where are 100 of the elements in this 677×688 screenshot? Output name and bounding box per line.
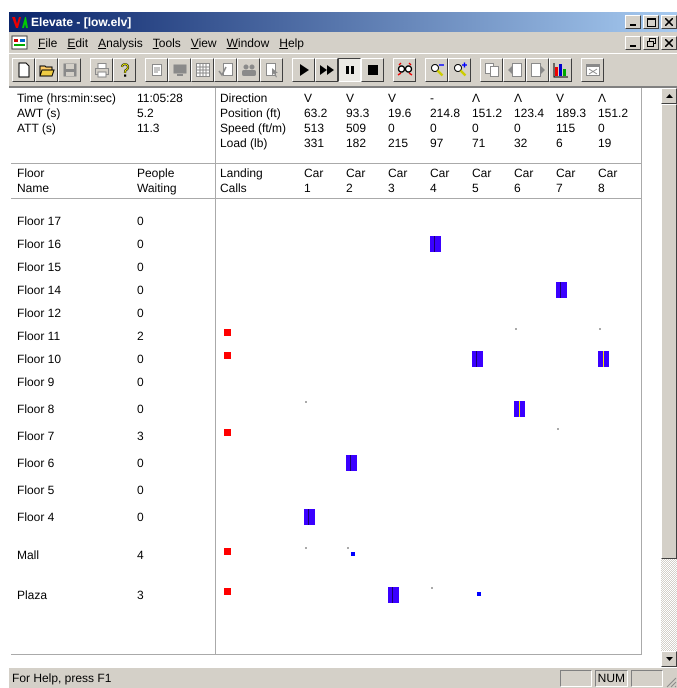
status-pane (560, 670, 592, 686)
window-icon (584, 62, 600, 78)
document-icon (11, 34, 29, 50)
monitor-icon (172, 62, 188, 78)
car-stat-value: Λ (598, 91, 608, 106)
floor-name: Floor 12 (17, 305, 62, 321)
car-stat-value: 331 (304, 136, 326, 151)
car-stat-value: V (556, 91, 566, 106)
column-header: Landing Calls (220, 166, 264, 197)
elevator-car (304, 509, 315, 525)
car-stat-value: V (388, 91, 398, 106)
forward-icon (530, 62, 546, 78)
up-arrow-icon (666, 94, 672, 98)
people-waiting: 0 (137, 482, 145, 498)
car-stat-value: 513 (304, 121, 326, 136)
glasses-icon (396, 62, 412, 78)
elevator-car (514, 401, 525, 417)
column-header: Car 8 (598, 166, 618, 197)
people-waiting: 0 (137, 259, 145, 275)
car-stat-value: 93.3 (346, 106, 370, 121)
window-title: Elevate - [low.elv] (31, 15, 132, 29)
elevator-car (472, 351, 483, 367)
car-stat-value: 0 (598, 121, 606, 136)
toolbar-button[interactable] (338, 58, 361, 82)
close-button[interactable] (661, 36, 677, 50)
car-stat-value: 71 (472, 136, 486, 151)
column-header: Car 5 (472, 166, 492, 197)
people-waiting: 0 (137, 374, 145, 390)
car-stat-value: 115 (556, 121, 576, 136)
people-waiting: 0 (137, 351, 145, 367)
zoom-in-icon (452, 62, 468, 78)
minimize-button[interactable] (625, 15, 641, 29)
menu-item[interactable]: File (33, 36, 62, 50)
column-header: Car 1 (304, 166, 324, 197)
restore-button[interactable] (643, 36, 659, 50)
car-stat-value: V (346, 91, 356, 106)
floor-name: Floor 15 (17, 259, 62, 275)
menu-item[interactable]: Window (222, 36, 274, 50)
fast-forward-icon (318, 62, 334, 78)
menu-item[interactable]: Help (274, 36, 309, 50)
people-waiting: 0 (137, 509, 145, 525)
floor-name: Floor 10 (17, 351, 62, 367)
menu-item[interactable]: Edit (62, 36, 94, 50)
people-waiting: 0 (137, 282, 145, 298)
resize-grip-icon (666, 677, 677, 688)
floor-name: Floor 16 (17, 236, 62, 252)
column-header: People Waiting (137, 166, 178, 197)
car-stat-value: 32 (514, 136, 528, 151)
column-header: Floor Name (17, 166, 50, 197)
car-stat-value: 189.3 (556, 106, 588, 121)
floor-name: Floor 6 (17, 455, 56, 471)
car-stat-value: - (430, 91, 435, 106)
car-stat-value: 214.8 (430, 106, 462, 121)
maximize-button[interactable] (643, 15, 659, 29)
car-stat-value: 509 (346, 121, 368, 136)
floor-name: Floor 17 (17, 213, 62, 229)
minimize-button[interactable] (625, 36, 641, 50)
stat-value: 5.2 (137, 106, 155, 121)
bar-chart-icon (552, 62, 568, 78)
grid-icon (194, 62, 210, 78)
people-waiting: 0 (137, 236, 145, 252)
car-call-marker (351, 552, 355, 556)
page-icon (16, 62, 32, 78)
car-stat-value: 19.6 (388, 106, 412, 121)
car-stat-value: 0 (514, 121, 522, 136)
car-stat-label: Position (ft) (220, 106, 282, 121)
floor-name: Mall (17, 547, 40, 563)
floor-name: Floor 5 (17, 482, 56, 498)
elevator-car (556, 282, 567, 298)
car-stat-label: Direction (220, 91, 268, 106)
menu-item[interactable]: View (186, 36, 222, 50)
column-header: Car 4 (430, 166, 450, 197)
elevator-car (598, 351, 609, 367)
maximize-icon (646, 18, 656, 26)
close-button[interactable] (661, 15, 677, 29)
car-stat-value: 215 (388, 136, 410, 151)
car-stat-value: 123.4 (514, 106, 546, 121)
people-waiting: 0 (137, 213, 145, 229)
car-stat-label: Speed (ft/m) (220, 121, 288, 136)
scroll-up-button[interactable] (661, 88, 677, 104)
people-waiting: 2 (137, 328, 145, 344)
scroll-down-button[interactable] (661, 651, 677, 667)
scroll-thumb[interactable] (661, 104, 677, 559)
car-stat-value: Λ (472, 91, 482, 106)
column-header: Car 7 (556, 166, 576, 197)
people-icon (240, 62, 256, 78)
menu-item[interactable]: Tools (148, 36, 186, 50)
elevator-car (346, 455, 357, 471)
car-stat-value: 0 (430, 121, 438, 136)
zoom-out-icon (428, 62, 444, 78)
stat-label: ATT (s) (17, 121, 57, 136)
car-stat-value: V (304, 91, 314, 106)
printer-icon (94, 62, 110, 78)
menu-item[interactable]: Analysis (93, 36, 148, 50)
people-waiting: 4 (137, 547, 145, 563)
car-stat-value: 0 (472, 121, 480, 136)
logo-icon (12, 16, 28, 28)
people-waiting: 0 (137, 455, 145, 471)
column-header: Car 2 (346, 166, 366, 197)
car-call-marker (477, 592, 481, 596)
